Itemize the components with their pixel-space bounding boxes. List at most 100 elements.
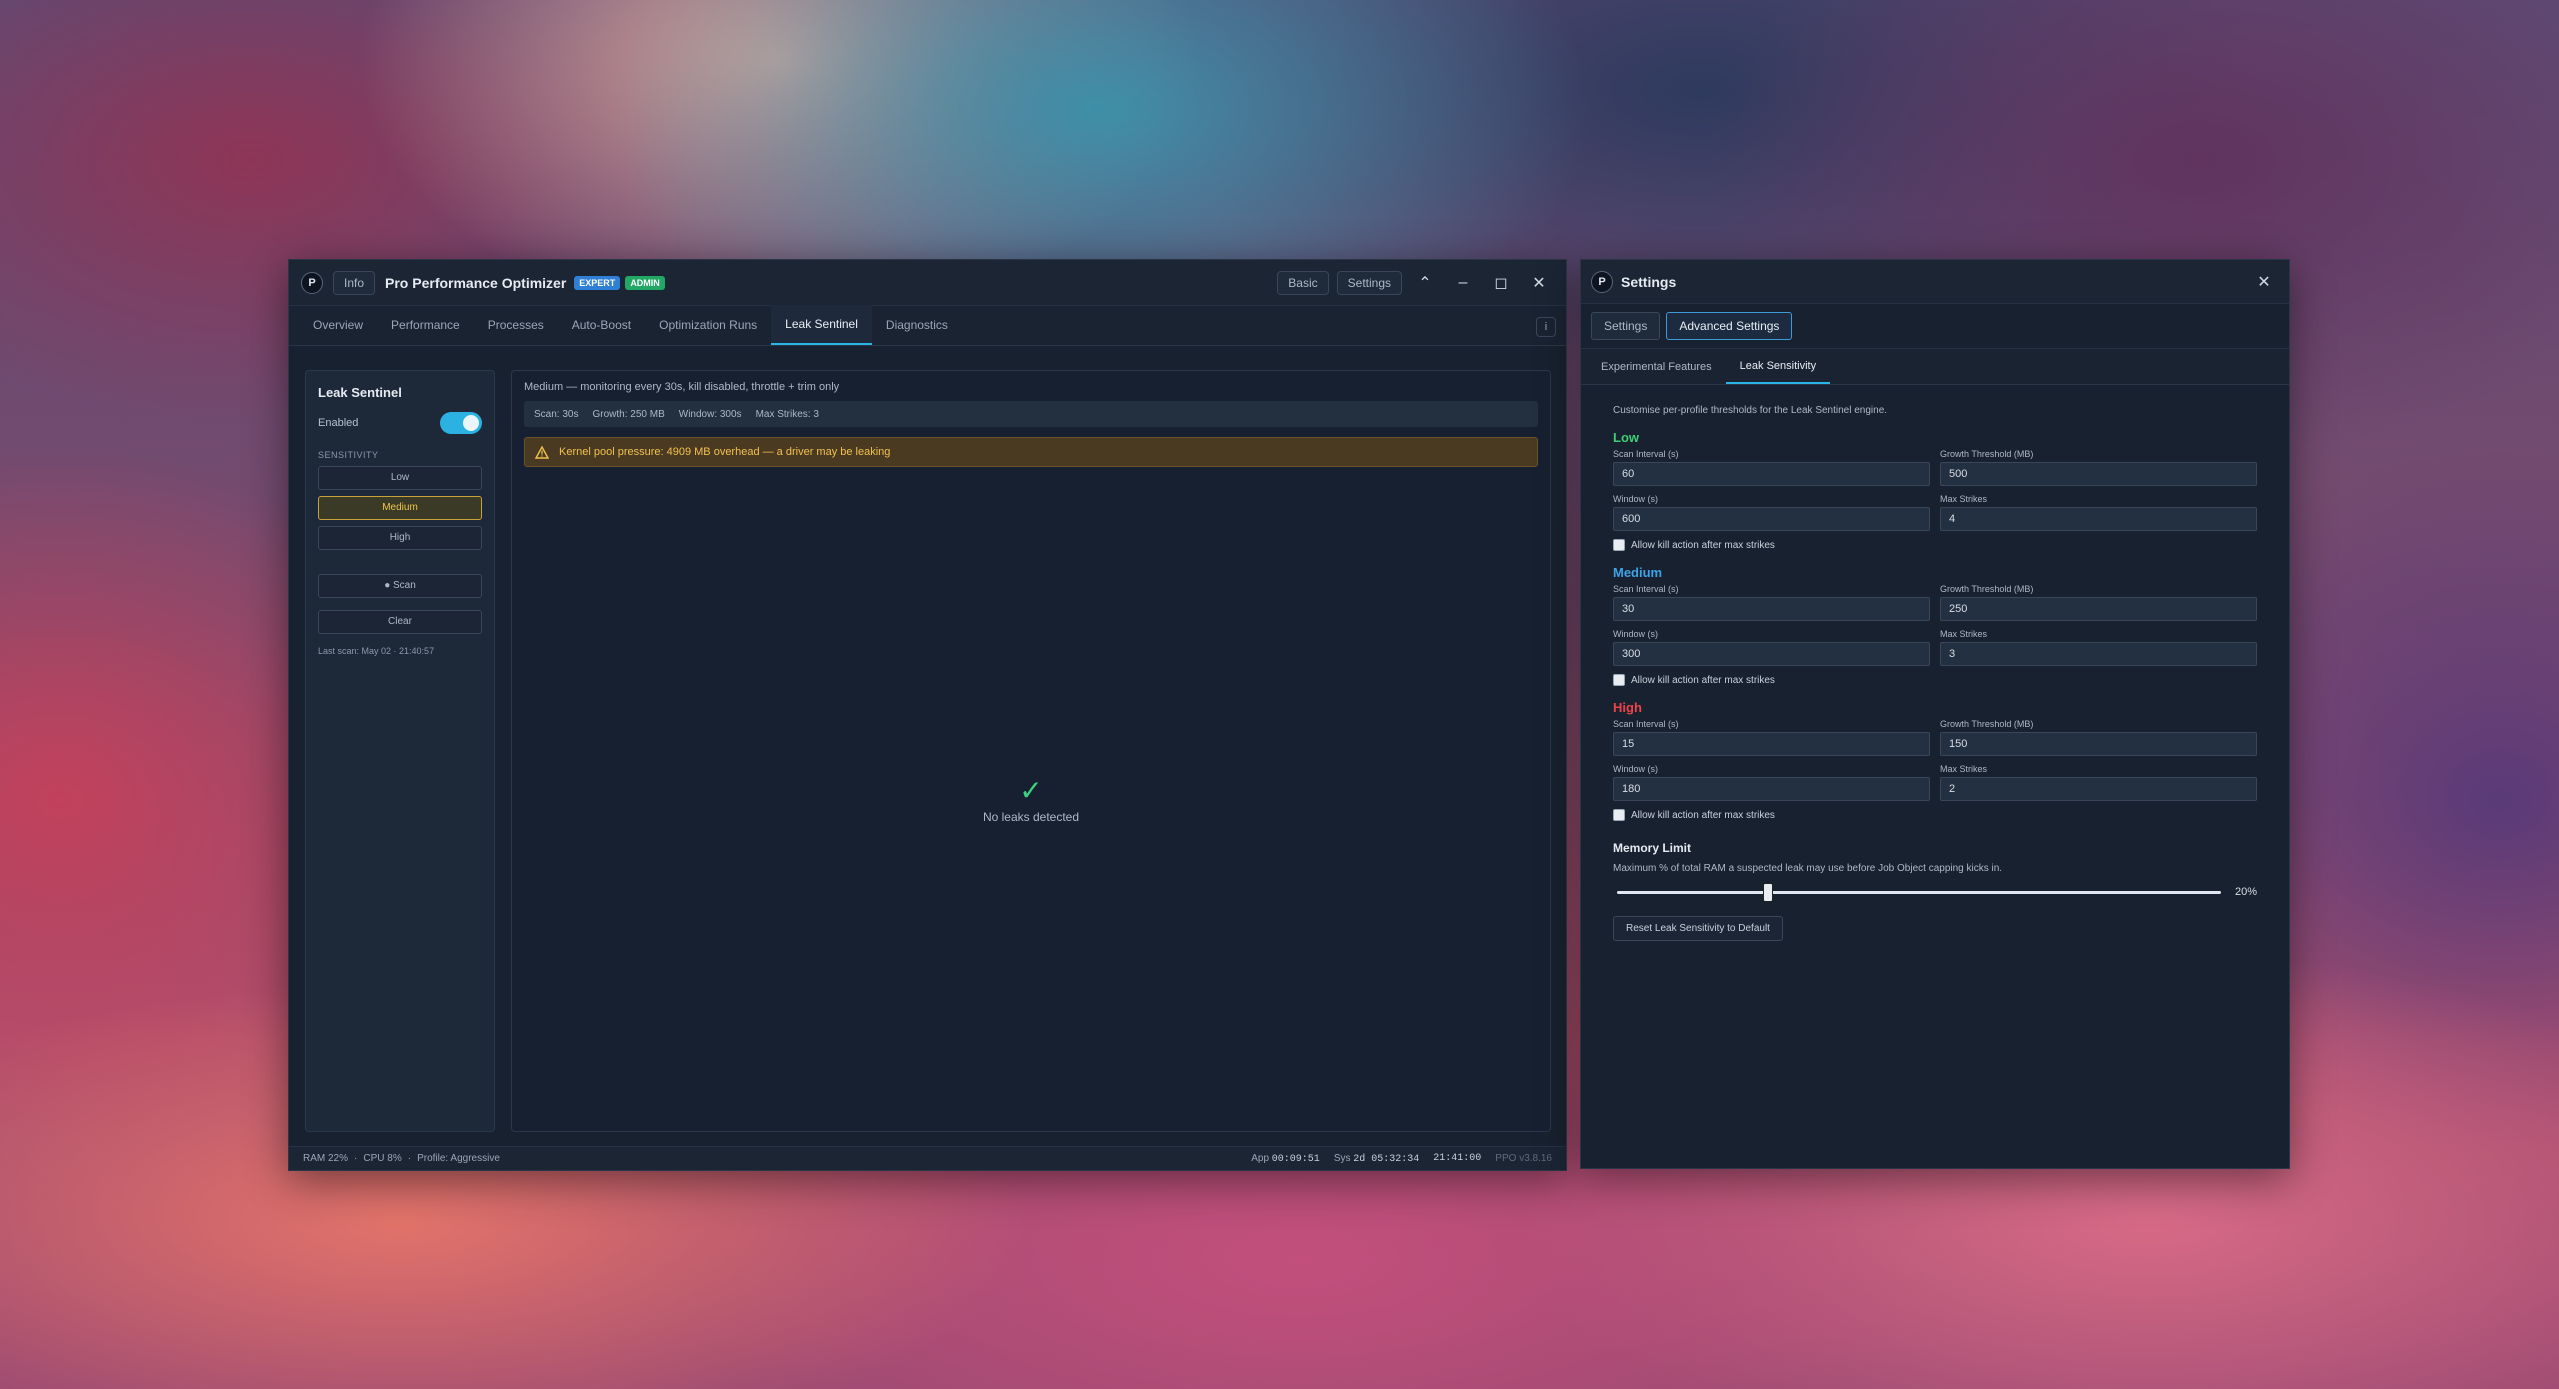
tab-performance[interactable]: Performance — [377, 305, 474, 345]
advanced-settings-tab-button[interactable]: Advanced Settings — [1666, 312, 1793, 340]
cpu-status: CPU 8% — [363, 1153, 402, 1164]
info-button[interactable]: Info — [333, 270, 376, 295]
maximize-icon[interactable]: ◻ — [1486, 273, 1516, 293]
high-allow-kill-checkbox[interactable]: Allow kill action after max strikes — [1613, 809, 2257, 821]
checkbox-icon[interactable] — [1613, 809, 1625, 821]
subtab-experimental-features[interactable]: Experimental Features — [1587, 349, 1726, 384]
settings-title: Settings — [1621, 273, 1677, 290]
sys-uptime: Sys 2d 05:32:34 — [1334, 1153, 1419, 1165]
memory-limit-slider-row: 20% — [1613, 882, 2257, 902]
main-titlebar[interactable]: P Info Pro Performance Optimizer EXPERT … — [289, 260, 1566, 306]
memory-limit-title: Memory Limit — [1613, 841, 1692, 855]
profile-fields-low: Scan Interval (s) 60 Growth Threshold (MB… — [1613, 449, 2257, 531]
memory-limit-slider[interactable] — [1617, 882, 2221, 902]
chevron-up-icon[interactable]: ⌃ — [1410, 273, 1440, 293]
slider-thumb[interactable] — [1763, 882, 1773, 902]
high-window-input[interactable]: 180 — [1613, 777, 1930, 801]
medium-growth-threshold-input[interactable]: 250 — [1940, 597, 2257, 621]
high-scan-interval-input[interactable]: 15 — [1613, 732, 1930, 756]
medium-allow-kill-checkbox[interactable]: Allow kill action after max strikes — [1613, 674, 2257, 686]
scan-interval-label: Scan Interval (s) — [1613, 584, 1679, 594]
max-strikes-label: Max Strikes — [1940, 494, 1988, 504]
low-allow-kill-checkbox[interactable]: Allow kill action after max strikes — [1613, 539, 2257, 551]
window-label: Window (s) — [1613, 764, 1659, 774]
app-logo-icon: P — [301, 271, 323, 294]
max-strikes-label: Max Strikes — [1940, 764, 1988, 774]
tab-optimization-runs[interactable]: Optimization Runs — [645, 305, 771, 345]
version-label: PPO v3.8.16 — [1495, 1153, 1552, 1164]
sensitivity-label: SENSITIVITY — [318, 450, 379, 460]
checkmark-icon: ✓ — [1019, 775, 1043, 806]
growth-threshold-label: Growth Threshold (MB) — [1940, 449, 2034, 459]
minimize-icon[interactable]: – — [1448, 274, 1478, 292]
reset-leak-sensitivity-button[interactable]: Reset Leak Sensitivity to Default — [1613, 916, 1783, 941]
low-max-strikes-input[interactable]: 4 — [1940, 507, 2257, 531]
leak-sentinel-sidebar: Leak Sentinel Enabled SENSITIVITY Low Me… — [305, 370, 495, 1132]
settings-titlebar[interactable]: P Settings ✕ — [1581, 260, 2289, 304]
medium-window-input[interactable]: 300 — [1613, 642, 1930, 666]
tab-leak-sentinel[interactable]: Leak Sentinel — [771, 305, 872, 345]
settings-top-tabs: Settings Advanced Settings — [1581, 304, 2289, 349]
tab-overview[interactable]: Overview — [299, 305, 377, 345]
tab-auto-boost[interactable]: Auto-Boost — [558, 305, 645, 345]
sensitivity-high-button[interactable]: High — [318, 526, 482, 550]
settings-subtabs: Experimental Features Leak Sensitivity — [1581, 349, 2289, 385]
close-icon[interactable]: ✕ — [1524, 273, 1554, 293]
tab-processes[interactable]: Processes — [474, 305, 558, 345]
warning-text: Kernel pool pressure: 4909 MB overhead —… — [559, 446, 891, 458]
profile-title-low: Low — [1613, 430, 1639, 445]
scan-interval-label: Scan Interval (s) — [1613, 449, 1679, 459]
profile-fields-medium: Scan Interval (s) 30 Growth Threshold (MB… — [1613, 584, 2257, 666]
settings-window: P Settings ✕ Settings Advanced Settings … — [1580, 259, 2290, 1169]
enabled-label: Enabled — [318, 417, 359, 429]
medium-max-strikes-input[interactable]: 3 — [1940, 642, 2257, 666]
tab-diagnostics[interactable]: Diagnostics — [872, 305, 962, 345]
last-scan-text: Last scan: May 02 · 21:40:57 — [318, 646, 435, 656]
basic-mode-button[interactable]: Basic — [1277, 270, 1329, 295]
settings-description: Customise per-profile thresholds for the… — [1613, 405, 1888, 416]
settings-tab-button[interactable]: Settings — [1591, 312, 1661, 340]
admin-badge: ADMIN — [625, 275, 665, 290]
info-icon[interactable]: i — [1536, 317, 1556, 337]
sys-uptime-value: 2d 05:32:34 — [1353, 1153, 1420, 1165]
scan-button[interactable]: ● Scan — [318, 574, 482, 598]
enabled-toggle[interactable] — [440, 412, 482, 434]
sensitivity-medium-button[interactable]: Medium — [318, 496, 482, 520]
leak-sentinel-content: Medium — monitoring every 30s, kill disa… — [511, 370, 1551, 1132]
window-label: Window (s) — [1613, 629, 1659, 639]
leak-sensitivity-panel: Customise per-profile thresholds for the… — [1581, 385, 2289, 961]
low-window-input[interactable]: 600 — [1613, 507, 1930, 531]
scan-dot-icon: ● — [384, 580, 391, 591]
stat-window: Window: 300s — [678, 408, 742, 420]
low-growth-threshold-input[interactable]: 500 — [1940, 462, 2257, 486]
sidebar-title: Leak Sentinel — [318, 385, 402, 400]
status-bar: RAM 22% · CPU 8% · Profile: Aggressive A… — [289, 1146, 1566, 1170]
stat-growth: Growth: 250 MB — [592, 408, 665, 420]
clock: 21:41:00 — [1433, 1153, 1482, 1164]
medium-scan-interval-input[interactable]: 30 — [1613, 597, 1930, 621]
growth-threshold-label: Growth Threshold (MB) — [1940, 584, 2034, 594]
expert-badge: EXPERT — [574, 275, 621, 290]
empty-state: ✓ No leaks detected — [512, 775, 1550, 825]
subtab-leak-sensitivity[interactable]: Leak Sensitivity — [1725, 349, 1831, 384]
sensitivity-low-button[interactable]: Low — [318, 466, 482, 490]
stat-scan: Scan: 30s — [534, 408, 579, 420]
settings-close-icon[interactable]: ✕ — [2249, 272, 2279, 292]
high-max-strikes-input[interactable]: 2 — [1940, 777, 2257, 801]
stat-max-strikes: Max Strikes: 3 — [755, 408, 819, 420]
app-uptime-value: 00:09:51 — [1271, 1153, 1320, 1165]
profile-title-high: High — [1613, 700, 1642, 715]
checkbox-icon[interactable] — [1613, 674, 1625, 686]
app-uptime: App 00:09:51 — [1251, 1153, 1320, 1165]
clear-button[interactable]: Clear — [318, 610, 482, 634]
main-tabs: Overview Performance Processes Auto-Boos… — [289, 305, 1566, 346]
settings-button[interactable]: Settings — [1336, 270, 1402, 295]
status-separator: · — [407, 1153, 412, 1164]
status-separator: · — [354, 1153, 358, 1164]
scan-label: Scan — [393, 580, 416, 591]
high-growth-threshold-input[interactable]: 150 — [1940, 732, 2257, 756]
checkbox-icon[interactable] — [1613, 539, 1625, 551]
low-scan-interval-input[interactable]: 60 — [1613, 462, 1930, 486]
sys-uptime-label: Sys — [1333, 1152, 1351, 1164]
kernel-warning-banner: Kernel pool pressure: 4909 MB overhead —… — [524, 437, 1538, 467]
